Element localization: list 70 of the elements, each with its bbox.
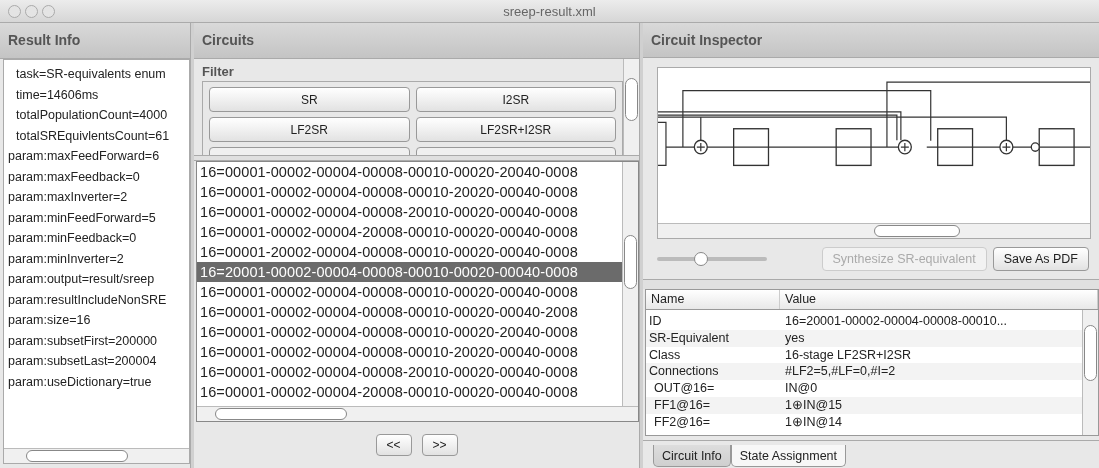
result-info-item: param:maxFeedForward=6	[8, 149, 160, 163]
filter-button[interactable]: LF2SR+I2SR	[415, 117, 616, 142]
property-value: 1⊕IN@15	[785, 398, 843, 412]
column-header: Name	[651, 292, 685, 306]
circuit-list-item[interactable]: 16=00001-20002-00004-00008-00010-00020-00040-0008	[197, 242, 622, 262]
property-value: 16=20001-00002-00004-00008-00010...	[785, 314, 1008, 328]
result-info-item: param:useDictionary=true	[8, 374, 152, 389]
circuit-list-item[interactable]: 16=00001-00002-00004-00008-00010-00020-20040-0008	[197, 322, 622, 342]
window-title: sreep-result.xml	[503, 3, 596, 19]
property-value: IN@0	[785, 381, 818, 396]
property-value: 16-stage LF2SR+I2SR	[785, 347, 912, 362]
panel-title: Result Info	[8, 32, 81, 48]
result-info-item: param:minFeedForward=5	[8, 210, 156, 225]
horizontal-scrollbar[interactable]	[658, 223, 1090, 238]
vertical-scrollbar[interactable]	[622, 162, 638, 406]
column-header: Value	[785, 292, 817, 306]
result-info-item: totalSREquivlentsCount=61	[16, 128, 170, 143]
circuit-list-item[interactable]: 16=20001-00002-00004-00008-00010-00020-00040-0008	[197, 262, 622, 282]
panel-title: Circuit Inspector	[651, 32, 763, 48]
property-value: 1⊕IN@14	[785, 414, 843, 429]
property-value: #LF2=5,#LF=0,#I=2	[785, 364, 896, 379]
circuit-list-item[interactable]: 16=00001-00002-00004-20008-00010-00020-00040-0008	[197, 222, 622, 242]
panel-title: Circuits	[202, 32, 255, 48]
filter-button[interactable]: LF2SR	[209, 117, 410, 142]
property-value: yes	[785, 330, 805, 345]
property-name: FF1@16=	[654, 398, 711, 412]
result-info-item: param:subsetFirst=200000	[8, 333, 158, 348]
horizontal-scrollbar[interactable]	[197, 406, 638, 421]
filter-label: Filter	[202, 64, 234, 79]
circuit-list-item[interactable]: 16=00001-00002-00004-00008-00010-00020-00040-0008	[197, 282, 622, 302]
zoom-button[interactable]	[42, 4, 55, 18]
result-info-item: totalPopulationCount=4000	[16, 108, 168, 122]
result-info-item: param:size=16	[8, 313, 91, 327]
tab[interactable]: State Assignment	[730, 445, 847, 467]
result-info-item: param:output=result/sreep	[8, 272, 155, 286]
property-name: ID	[649, 314, 662, 328]
result-info-item: param:maxFeedback=0	[8, 169, 140, 184]
result-info-item: param:maxInverter=2	[8, 190, 128, 204]
horizontal-scrollbar[interactable]	[4, 448, 189, 463]
property-name: Class	[649, 347, 681, 362]
result-info-item: param:minInverter=2	[8, 251, 124, 266]
circuit-list-item[interactable]: 16=00001-00002-00004-00008-00010-00020-20040-0008	[197, 162, 622, 182]
property-name: SR-Equivalent	[649, 330, 729, 345]
action-button[interactable]: Save As PDF	[992, 247, 1089, 271]
property-name: Connections	[649, 364, 719, 379]
circuit-list-item[interactable]: 16=00001-00002-00004-00008-20010-00020-00040-0008	[197, 202, 622, 222]
result-info-item: param:resultIncludeNonSRE	[8, 292, 167, 307]
circuit-list-item[interactable]: 16=00001-00002-00004-20008-00010-00020-00040-0008	[197, 382, 622, 402]
property-name: FF2@16=	[654, 414, 711, 429]
result-info-item: task=SR-equivalents enum	[16, 67, 166, 81]
circuit-list-item[interactable]: 16=00001-00002-00004-00008-20010-00020-00040-0008	[197, 362, 622, 382]
vertical-scrollbar[interactable]	[1082, 310, 1098, 435]
splitter-handle[interactable]	[194, 155, 639, 161]
vertical-scrollbar[interactable]	[623, 59, 639, 155]
circuit-list-item[interactable]: 16=00001-00002-00004-00008-00010-00020-00040-2008	[197, 302, 622, 322]
result-info-item: time=14606ms	[16, 87, 99, 102]
circuit-list-item[interactable]: 16=00001-00002-00004-00008-00010-20020-00040-0008	[197, 342, 622, 362]
property-name: OUT@16=	[654, 381, 715, 396]
tab[interactable]: Circuit Info	[653, 445, 731, 467]
result-info-item: param:subsetLast=200004	[8, 354, 157, 368]
close-button[interactable]	[8, 4, 21, 18]
zoom-slider[interactable]	[657, 252, 767, 266]
circuit-list-item[interactable]: 16=00001-00002-00004-00008-00010-20020-00040-0008	[197, 182, 622, 202]
previous-button[interactable]: <<	[375, 434, 412, 456]
minimize-button[interactable]	[25, 4, 38, 18]
filter-button[interactable]: SR	[209, 87, 410, 112]
result-info-item: param:minFeedback=0	[8, 231, 137, 245]
filter-button[interactable]: I2SR	[415, 87, 616, 112]
next-button[interactable]: >>	[421, 434, 458, 456]
splitter-handle[interactable]	[643, 279, 1099, 289]
